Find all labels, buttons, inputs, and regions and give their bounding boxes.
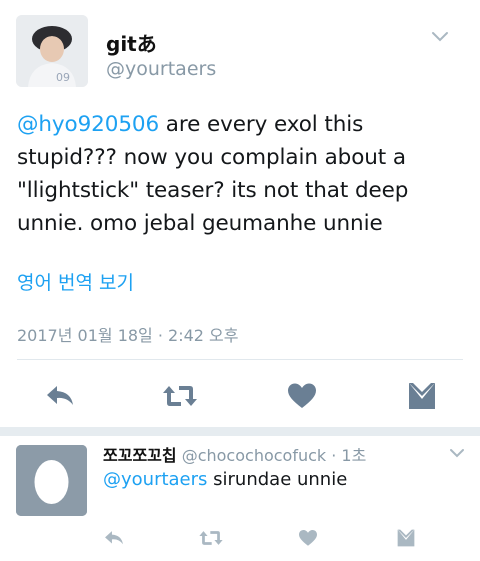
retweet-icon (163, 386, 197, 406)
default-egg-avatar-icon (16, 445, 87, 516)
like-button[interactable] (282, 378, 322, 414)
reply-arrow-icon (47, 386, 73, 405)
mention-link[interactable]: @yourtaers (103, 469, 207, 490)
relative-time: · 1초 (326, 446, 367, 465)
heart-icon (288, 383, 316, 408)
section-separator (0, 427, 480, 436)
user-handle[interactable]: @yourtaers (106, 58, 216, 80)
reply-button[interactable] (40, 378, 80, 414)
reply-header: 쪼꼬쪼꼬칩 @chocochocofuck · 1초 (103, 442, 366, 466)
tweet-body: sirundae unnie (207, 469, 348, 490)
display-name[interactable]: gitあ (106, 28, 157, 57)
avatar[interactable]: 09 (16, 15, 88, 87)
reply-button[interactable] (100, 526, 128, 550)
user-photo-avatar-icon: 09 (16, 15, 88, 87)
retweet-button[interactable] (158, 378, 202, 414)
retweet-button[interactable] (196, 526, 226, 550)
direct-message-button[interactable] (400, 378, 444, 414)
retweet-icon (199, 531, 223, 545)
reply-tweet[interactable]: 쪼꼬쪼꼬칩 @chocochocofuck · 1초 @yourtaers si… (0, 436, 480, 561)
like-button[interactable] (294, 526, 322, 550)
mention-link[interactable]: @hyo920506 (17, 112, 159, 137)
divider (17, 359, 463, 360)
envelope-icon (397, 529, 415, 547)
user-handle[interactable]: @chocochocofuck (182, 446, 326, 465)
tweet-text: @hyo920506 are every exol this stupid???… (17, 108, 467, 240)
svg-text:09: 09 (56, 71, 70, 84)
chevron-down-icon[interactable] (448, 446, 466, 460)
translate-link[interactable]: 영어 번역 보기 (17, 268, 134, 295)
chevron-down-icon[interactable] (430, 28, 450, 44)
timestamp: 2017년 01월 18일 · 2:42 오후 (17, 326, 239, 345)
reply-arrow-icon (105, 531, 123, 545)
avatar[interactable] (16, 445, 87, 516)
tweet-text: @yourtaers sirundae unnie (103, 469, 347, 490)
direct-message-button[interactable] (392, 526, 420, 550)
main-tweet: 09 gitあ @yourtaers @hyo920506 are every … (0, 0, 480, 430)
display-name[interactable]: 쪼꼬쪼꼬칩 (103, 446, 177, 465)
heart-icon (299, 529, 317, 546)
envelope-icon (409, 383, 435, 409)
